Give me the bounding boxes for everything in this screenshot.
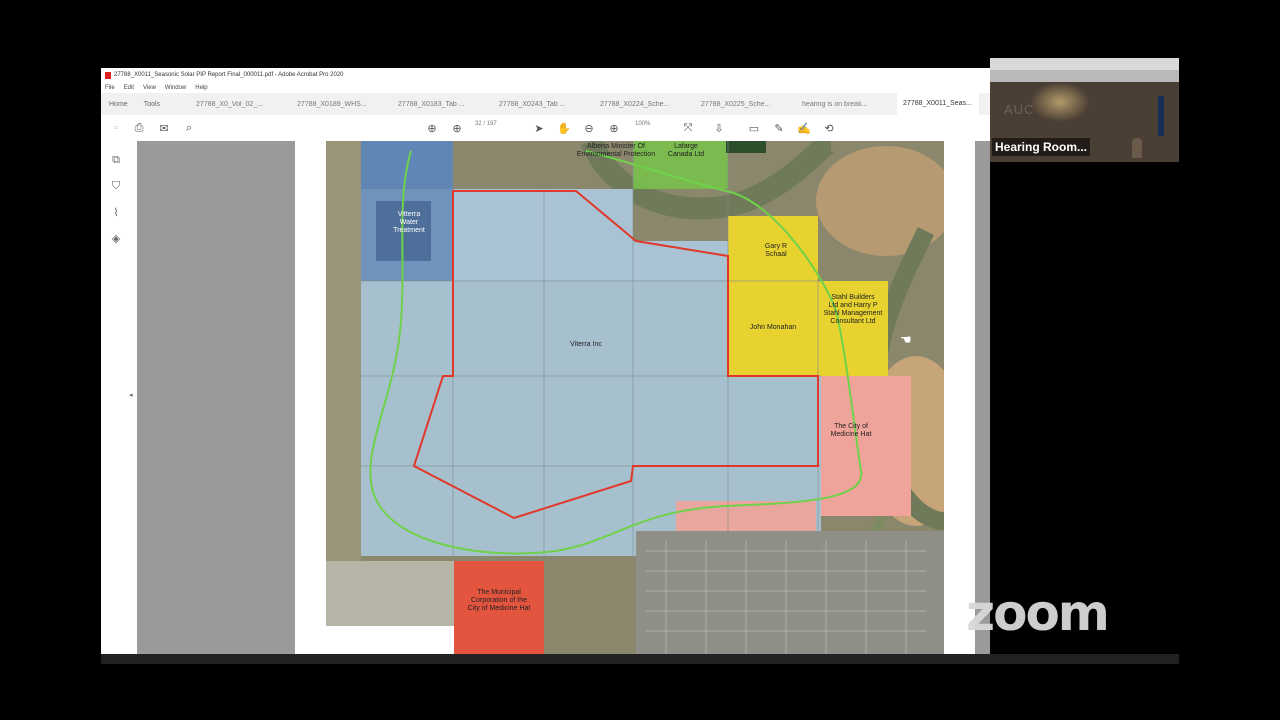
- video-ceiling-panel: [990, 70, 1179, 82]
- pdf-icon: [105, 71, 111, 79]
- document-background-left: [137, 141, 295, 654]
- doc-tab[interactable]: 27788_X0224_Sche...: [594, 101, 695, 108]
- bookmark-icon[interactable]: ⛉: [109, 180, 123, 194]
- toolbar: ▫ ⎙ ✉ ⌕ ⊕ ⊕ 32 / 197 ➤ ✋ ⊖ ⊕ 100% ⤧ ⇩ ▭ …: [101, 115, 990, 142]
- email-icon[interactable]: ✉: [157, 121, 171, 135]
- doc-tab[interactable]: 27788_X0189_WHS...: [291, 101, 392, 108]
- marquee-icon[interactable]: ⤧: [681, 121, 695, 135]
- save-icon[interactable]: ▫: [109, 121, 123, 135]
- menu-file[interactable]: File: [105, 85, 115, 91]
- zoom-level[interactable]: 100%: [635, 121, 650, 127]
- label-lafarge: Lafarge Canada Ltd: [667, 143, 705, 158]
- left-panel-collapse-icon[interactable]: ◂: [129, 391, 133, 399]
- scroll-mode-icon[interactable]: ⇩: [712, 121, 726, 135]
- nav-home[interactable]: Home: [101, 101, 136, 108]
- page-down-icon[interactable]: ⊕: [450, 121, 464, 135]
- label-john-monahan: John Monahan: [749, 324, 797, 331]
- menu-bar: File Edit View Window Help: [101, 82, 990, 93]
- tab-bar: Home Tools 27788_X0_Vol_02_... 27788_X01…: [101, 93, 990, 116]
- video-light: [1030, 82, 1090, 122]
- window-title: 27788_X0011_Seasonic Solar PIP Report Fi…: [114, 72, 344, 78]
- label-viterra: Viterra Inc: [570, 341, 602, 348]
- svg-text:☚: ☚: [900, 333, 912, 348]
- menu-window[interactable]: Window: [165, 85, 186, 91]
- page-total: / 197: [483, 121, 497, 127]
- label-water-treatment: Vitterra Water Treatment: [393, 211, 425, 234]
- bottom-strip: [101, 654, 1179, 664]
- zoom-out-icon[interactable]: ⊖: [582, 121, 596, 135]
- page-up-icon[interactable]: ⊕: [425, 121, 439, 135]
- menu-help[interactable]: Help: [195, 85, 207, 91]
- page-thumbnails-icon[interactable]: ⧉: [109, 154, 123, 168]
- page-current[interactable]: 32: [475, 121, 482, 127]
- site-map[interactable]: ☚ Alberta Minister Of Environmental Prote…: [326, 141, 944, 654]
- label-environmental-protection: Alberta Minister Of Environmental Protect…: [576, 143, 656, 158]
- label-gary-schaal: Gary R Schaal: [764, 243, 788, 258]
- zoom-watermark: zoom: [966, 584, 1110, 642]
- video-wall-sign: AUC: [1004, 102, 1035, 117]
- participant-video[interactable]: AUC Hearing Room...: [990, 58, 1179, 162]
- search-icon[interactable]: ⌕: [182, 121, 196, 135]
- hand-tool-icon[interactable]: ✋: [557, 121, 571, 135]
- doc-tab-active[interactable]: 27788_X0011_Seas...: [897, 93, 980, 115]
- document-background-right: [975, 141, 990, 654]
- page-indicator[interactable]: 32 / 197: [475, 121, 497, 127]
- sign-icon[interactable]: ✍: [797, 121, 811, 135]
- highlight-icon[interactable]: ✎: [772, 121, 786, 135]
- acrobat-window: 27788_X0011_Seasonic Solar PIP Report Fi…: [101, 68, 990, 654]
- attachment-icon[interactable]: ⌇: [109, 206, 123, 220]
- print-icon[interactable]: ⎙: [132, 121, 146, 135]
- nav-tools[interactable]: Tools: [136, 101, 168, 108]
- comment-icon[interactable]: ▭: [747, 121, 761, 135]
- menu-view[interactable]: View: [143, 85, 156, 91]
- participant-name: Hearing Room...: [992, 138, 1091, 156]
- menu-edit[interactable]: Edit: [124, 85, 134, 91]
- doc-tab[interactable]: 27788_X0243_Tab ...: [493, 101, 594, 108]
- label-stahl-builders: Stahl Builders Ltd and Harry P Stahl Manag…: [823, 294, 883, 325]
- label-city-medicine-hat: The City of Medicine Hat: [830, 423, 872, 438]
- doc-tab[interactable]: hearing is on break...: [796, 101, 897, 108]
- layers-icon[interactable]: ◈: [109, 232, 123, 246]
- video-flag: [1158, 96, 1164, 136]
- share-icon[interactable]: ⟲: [822, 121, 836, 135]
- title-bar: 27788_X0011_Seasonic Solar PIP Report Fi…: [101, 68, 990, 82]
- video-person: [1132, 138, 1142, 158]
- select-cursor-icon[interactable]: ➤: [532, 121, 546, 135]
- doc-tab[interactable]: 27788_X0183_Tab ...: [392, 101, 493, 108]
- doc-tab[interactable]: 27788_X0_Vol_02_...: [190, 101, 291, 108]
- zoom-in-icon[interactable]: ⊕: [607, 121, 621, 135]
- doc-tab[interactable]: 27788_X0225_Sche...: [695, 101, 796, 108]
- label-municipal-corporation: The Municipal Corporation of the City of M…: [467, 589, 531, 612]
